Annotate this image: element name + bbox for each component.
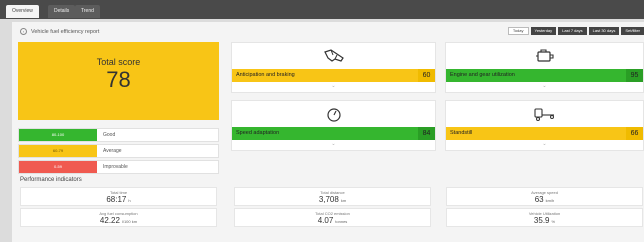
stat-total-distance: Total distance 3,708 km	[234, 187, 431, 206]
chevron-down-icon[interactable]: ⌄	[232, 83, 435, 89]
legend-average-label: Average	[103, 148, 122, 154]
category-score: 60	[418, 69, 435, 82]
stat-value: 4.07 tonnes	[317, 216, 348, 225]
back-icon[interactable]: ‹	[20, 28, 27, 35]
tab-trend[interactable]: Trend	[75, 5, 100, 18]
legend-good-range: 80-100	[19, 129, 97, 141]
period-yesterday[interactable]: Yesterday	[530, 27, 557, 35]
chevron-down-icon[interactable]: ⌄	[446, 141, 643, 147]
stat-value: 42.22 l/100 km	[99, 216, 138, 225]
stat-value: 3,708 km	[318, 195, 347, 204]
category-score: 66	[626, 127, 643, 140]
category-bar: Engine and gear utilization 95	[446, 69, 643, 82]
report-title: Vehicle fuel efficiency report	[31, 28, 100, 35]
period-last-7-days[interactable]: Last 7 days	[558, 27, 587, 35]
performance-title: Performance indicators	[20, 177, 82, 183]
stat-value: 63 km/h	[534, 195, 555, 204]
legend-average: 60-79 Average	[18, 144, 219, 158]
category-label: Engine and gear utilization	[450, 72, 515, 78]
category-label: Speed adaptation	[236, 130, 280, 136]
legend-good: 80-100 Good	[18, 128, 219, 142]
period-set-filter[interactable]: Set/filter	[621, 27, 644, 35]
card-standstill[interactable]: Standstill 66 ⌄	[445, 100, 644, 151]
tab-overview[interactable]: Overview	[6, 5, 39, 18]
total-score-label: Total score	[96, 57, 141, 67]
speedometer-icon	[232, 106, 435, 122]
period-last-30-days[interactable]: Last 30 days	[588, 27, 620, 35]
standstill-truck-icon	[446, 106, 643, 122]
total-score-box: Total score 78	[18, 42, 219, 120]
stat-average-speed: Average speed 63 km/h	[446, 187, 643, 206]
period-selector: Today Yesterday Last 7 days Last 30 days…	[507, 27, 644, 35]
legend-good-label: Good	[103, 132, 116, 138]
top-tab-bar: Overview Details Trend	[0, 0, 644, 19]
report-panel: ‹ Vehicle fuel efficiency report Today Y…	[12, 22, 644, 242]
stat-vehicle-utilization: Vehicle Utilization 35.9%	[446, 208, 643, 227]
braking-hand-icon	[232, 48, 435, 64]
card-speed-adaptation[interactable]: Speed adaptation 84 ⌄	[231, 100, 436, 151]
stat-value: 68:17 h	[106, 195, 131, 204]
stat-avg-fuel: Avg fuel consumption 42.22 l/100 km	[20, 208, 217, 227]
legend-improvable-range: 0-59	[19, 161, 97, 173]
engine-icon	[446, 48, 643, 64]
category-bar: Speed adaptation 84	[232, 127, 435, 140]
stat-co2: Total CO2 emission 4.07 tonnes	[234, 208, 431, 227]
card-anticipation-braking[interactable]: Anticipation and braking 60 ⌄	[231, 42, 436, 93]
card-engine-gear[interactable]: Engine and gear utilization 95 ⌄	[445, 42, 644, 93]
report-header: ‹ Vehicle fuel efficiency report	[20, 28, 99, 35]
category-score: 84	[418, 127, 435, 140]
tab-details[interactable]: Details	[48, 5, 76, 18]
total-score-value: 78	[106, 67, 131, 92]
category-label: Anticipation and braking	[236, 72, 295, 78]
category-bar: Standstill 66	[446, 127, 643, 140]
stat-value: 35.9%	[533, 216, 556, 225]
category-bar: Anticipation and braking 60	[232, 69, 435, 82]
chevron-down-icon[interactable]: ⌄	[446, 83, 643, 89]
stat-total-time: Total time 68:17 h	[20, 187, 217, 206]
legend-improvable-label: Improvable	[103, 164, 128, 170]
category-label: Standstill	[450, 130, 473, 136]
period-today[interactable]: Today	[507, 27, 529, 35]
legend-improvable: 0-59 Improvable	[18, 160, 219, 174]
chevron-down-icon[interactable]: ⌄	[232, 141, 435, 147]
legend-average-range: 60-79	[19, 145, 97, 157]
category-score: 95	[626, 69, 643, 82]
